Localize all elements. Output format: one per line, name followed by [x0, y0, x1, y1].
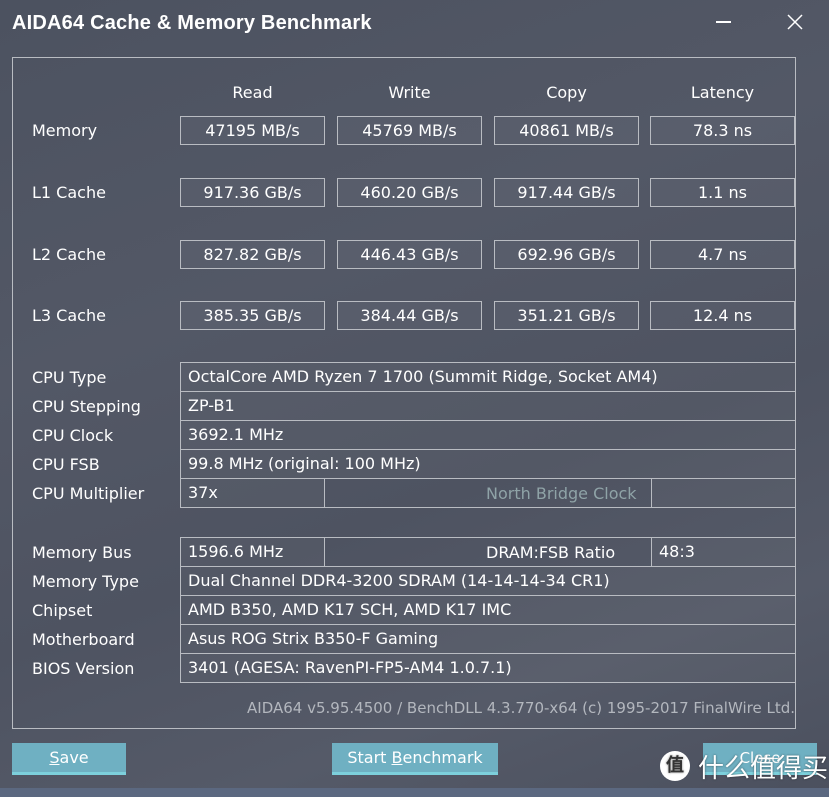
column-header-read: Read [232, 83, 273, 102]
cpu-stepping-value: ZP-B1 [180, 391, 796, 421]
l1-latency-value: 1.1 ns [650, 178, 795, 207]
l3-copy-value: 351.21 GB/s [494, 301, 639, 330]
motherboard-label: Motherboard [32, 630, 135, 649]
start-benchmark-button[interactable]: Start Benchmark [332, 743, 498, 775]
row-label-l1-cache: L1 Cache [32, 183, 106, 202]
memory-copy-value: 40861 MB/s [494, 116, 639, 145]
start-benchmark-label-rest: enchmark [402, 748, 483, 767]
watermark: 值 什么值得买 [660, 748, 828, 784]
row-label-l3-cache: L3 Cache [32, 306, 106, 325]
column-header-write: Write [388, 83, 431, 102]
memory-latency-value: 78.3 ns [650, 116, 795, 145]
l2-write-value: 446.43 GB/s [337, 240, 482, 269]
dram-fsb-ratio-label: DRAM:FSB Ratio [486, 543, 616, 562]
l1-write-value: 460.20 GB/s [337, 178, 482, 207]
column-header-copy: Copy [546, 83, 587, 102]
north-bridge-clock-value [651, 478, 796, 508]
l2-latency-value: 4.7 ns [650, 240, 795, 269]
memory-read-value: 47195 MB/s [180, 116, 325, 145]
cpu-type-value: OctalCore AMD Ryzen 7 1700 (Summit Ridge… [180, 362, 796, 392]
cpu-fsb-value: 99.8 MHz (original: 100 MHz) [180, 449, 796, 479]
chipset-value: AMD B350, AMD K17 SCH, AMD K17 IMC [180, 595, 796, 625]
cpu-clock-value: 3692.1 MHz [180, 420, 796, 450]
save-label-rest: ave [59, 748, 89, 767]
window-close-button[interactable] [780, 8, 810, 36]
cpu-clock-label: CPU Clock [32, 426, 114, 445]
memory-bus-value: 1596.6 MHz [180, 537, 325, 567]
l3-write-value: 384.44 GB/s [337, 301, 482, 330]
column-header-latency: Latency [690, 83, 755, 102]
l1-read-value: 917.36 GB/s [180, 178, 325, 207]
version-copyright-text: AIDA64 v5.95.4500 / BenchDLL 4.3.770-x64… [247, 699, 795, 717]
cpu-stepping-label: CPU Stepping [32, 397, 141, 416]
start-benchmark-mnemonic: B [391, 748, 403, 767]
row-label-memory: Memory [32, 121, 98, 140]
memory-bus-label: Memory Bus [32, 543, 132, 562]
motherboard-value: Asus ROG Strix B350-F Gaming [180, 624, 796, 654]
minimize-button[interactable] [708, 8, 738, 36]
l2-read-value: 827.82 GB/s [180, 240, 325, 269]
bottom-strip [0, 788, 829, 797]
cpu-multiplier-label: CPU Multiplier [32, 484, 145, 503]
l1-copy-value: 917.44 GB/s [494, 178, 639, 207]
memory-type-value: Dual Channel DDR4-3200 SDRAM (14-14-14-3… [180, 566, 796, 596]
save-mnemonic: S [49, 748, 60, 767]
row-label-l2-cache: L2 Cache [32, 245, 106, 264]
start-benchmark-label-pre: Start [347, 748, 392, 767]
cpu-multiplier-value: 37x [180, 478, 325, 508]
l3-latency-value: 12.4 ns [650, 301, 795, 330]
north-bridge-clock-label: North Bridge Clock [486, 484, 637, 503]
watermark-logo-icon: 值 [660, 751, 690, 781]
bios-version-value: 3401 (AGESA: RavenPI-FP5-AM4 1.0.7.1) [180, 653, 796, 683]
memory-write-value: 45769 MB/s [337, 116, 482, 145]
save-button[interactable]: Save [12, 743, 126, 775]
l3-read-value: 385.35 GB/s [180, 301, 325, 330]
chipset-label: Chipset [32, 601, 93, 620]
watermark-text: 什么值得买 [698, 753, 829, 784]
l2-copy-value: 692.96 GB/s [494, 240, 639, 269]
cpu-fsb-label: CPU FSB [32, 455, 100, 474]
close-icon [787, 14, 803, 30]
window-title: AIDA64 Cache & Memory Benchmark [12, 12, 372, 34]
bios-version-label: BIOS Version [32, 659, 135, 678]
memory-type-label: Memory Type [32, 572, 139, 591]
cpu-type-label: CPU Type [32, 368, 107, 387]
dram-fsb-ratio-value: 48:3 [651, 537, 796, 567]
